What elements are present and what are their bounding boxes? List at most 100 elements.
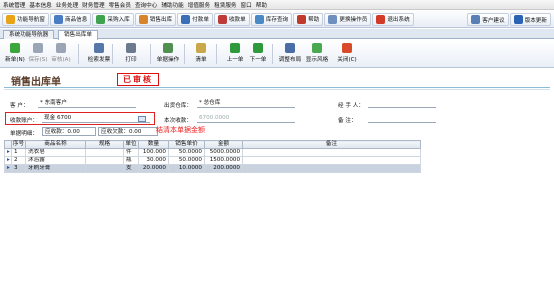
outstanding-field[interactable]: 应收欠款：0.00 bbox=[98, 127, 158, 136]
toolbar-icon bbox=[312, 43, 322, 53]
warehouse-field[interactable]: * 总仓库 bbox=[197, 99, 295, 108]
cell-unit[interactable]: 瓶 bbox=[123, 156, 139, 165]
toolbar-button-label: 单据操作 bbox=[156, 57, 180, 63]
toolbar-button-label: 下一单 bbox=[249, 57, 267, 63]
menu-item[interactable]: 窗口 bbox=[241, 1, 252, 9]
table-header-row: 序号 商品名称 规格 单位 数量 销售单价 金额 备注 bbox=[4, 140, 421, 149]
quick-launch-button[interactable]: 版本更新 bbox=[509, 13, 551, 26]
row-indicator: ▸ bbox=[4, 148, 12, 157]
cell-note[interactable] bbox=[242, 148, 421, 157]
menu-item[interactable]: 增值服务 bbox=[188, 1, 210, 9]
quick-launch-label: 更换操作员 bbox=[339, 17, 368, 23]
cell-amount[interactable]: 1500.0000 bbox=[204, 156, 243, 165]
toolbar-button-label: 显示风格 bbox=[305, 57, 329, 63]
cell-note[interactable] bbox=[242, 164, 421, 173]
quick-launch-label: 库存查询 bbox=[265, 17, 289, 23]
menu-item[interactable]: 基本信息 bbox=[29, 1, 51, 9]
quick-launch-button[interactable]: 商品信息 bbox=[49, 12, 92, 26]
menu-bar: 系统管理 基本信息 业务处理 财务管理 零售会员 查询中心 辅助功能 增值服务 租赁服务 窗口 帮助 bbox=[0, 0, 554, 10]
menu-item[interactable]: 财务管理 bbox=[82, 1, 104, 9]
cell-qty[interactable]: 20.0000 bbox=[138, 164, 169, 173]
cell-name[interactable]: 洗衣皂 bbox=[25, 148, 86, 157]
cell-amount[interactable]: 5000.0000 bbox=[204, 148, 243, 157]
quick-launch-button[interactable]: 收款单 bbox=[213, 12, 250, 26]
toolbar-button[interactable]: 显示风格 bbox=[306, 42, 328, 66]
quick-launch-button[interactable]: 付款单 bbox=[177, 12, 213, 26]
quick-launch-button[interactable]: 销售出库 bbox=[134, 12, 177, 26]
cell-spec[interactable] bbox=[85, 164, 124, 173]
customer-label: 客 户： bbox=[10, 103, 29, 109]
cell-no[interactable]: 1 bbox=[11, 148, 26, 157]
quick-launch-button[interactable]: 更换操作员 bbox=[324, 12, 372, 26]
quick-launch-button[interactable]: 功能导航窗 bbox=[2, 12, 49, 26]
menu-item[interactable]: 查询中心 bbox=[135, 1, 157, 9]
menu-item[interactable]: 零售会员 bbox=[109, 1, 131, 9]
tab-function-navigator[interactable]: 系统功能导航器 bbox=[3, 30, 55, 39]
toolbar-button[interactable]: 关闭(C) bbox=[336, 42, 358, 66]
col-header-note: 备注 bbox=[242, 140, 421, 149]
cell-name[interactable]: 沐浴露 bbox=[25, 156, 86, 165]
cell-spec[interactable] bbox=[85, 156, 124, 165]
quick-launch-label: 客户建议 bbox=[482, 17, 505, 24]
handler-field[interactable] bbox=[368, 99, 436, 108]
toolbar-icon bbox=[163, 43, 173, 53]
toolbar-button[interactable]: 清单 bbox=[190, 42, 212, 66]
menu-item[interactable]: 租赁服务 bbox=[214, 1, 236, 9]
menu-item[interactable]: 业务处理 bbox=[56, 1, 78, 9]
toolbar-icon bbox=[33, 43, 43, 53]
quick-launch-button[interactable]: 客户建议 bbox=[467, 13, 509, 26]
shortcut-icon bbox=[254, 14, 264, 24]
received-field[interactable]: 6700.0000 bbox=[197, 114, 295, 123]
menu-item[interactable]: 帮助 bbox=[256, 1, 267, 9]
table-row[interactable]: ▸ 3 牙刷牙膏 支 20.0000 10.0000 200.0000 bbox=[4, 164, 421, 173]
toolbar-button[interactable]: 单据操作 bbox=[157, 42, 179, 66]
cell-note[interactable] bbox=[242, 156, 421, 165]
cell-unit[interactable]: 支 bbox=[123, 164, 139, 173]
col-header-qty: 数量 bbox=[138, 140, 169, 149]
cell-name[interactable]: 牙刷牙膏 bbox=[25, 164, 86, 173]
cell-price[interactable]: 50.0000 bbox=[168, 148, 205, 157]
table-row[interactable]: ▸ 2 沐浴露 瓶 30.000 50.0000 1500.0000 bbox=[4, 156, 421, 165]
quick-launch-button[interactable]: 采购入库 bbox=[92, 12, 134, 26]
cell-unit[interactable]: 件 bbox=[123, 148, 139, 157]
toolbar-icon bbox=[56, 43, 66, 53]
toolbar-button[interactable]: 调整布局 bbox=[279, 42, 301, 66]
cell-amount[interactable]: 200.0000 bbox=[204, 164, 243, 173]
col-header-no: 序号 bbox=[11, 140, 26, 149]
toolbar-button[interactable]: 下一单 bbox=[247, 42, 269, 66]
shortcut-icon bbox=[53, 14, 63, 24]
tab-sales-outbound[interactable]: 销售出库单 bbox=[58, 30, 98, 40]
remark-field[interactable] bbox=[368, 114, 436, 123]
shortcut-icon bbox=[513, 15, 523, 24]
quick-launch-button[interactable]: 帮助 bbox=[293, 12, 324, 26]
menu-item[interactable]: 系统管理 bbox=[3, 1, 25, 9]
shortcut-icon bbox=[297, 14, 307, 24]
customer-field[interactable]: * 东南客户 bbox=[38, 99, 136, 108]
toolbar-separator bbox=[78, 44, 79, 64]
quick-launch-button[interactable]: 库存查询 bbox=[250, 12, 293, 26]
cell-no[interactable]: 3 bbox=[11, 164, 26, 173]
toolbar-button-label: 检索发票 bbox=[87, 57, 111, 63]
quick-launch-label: 商品信息 bbox=[64, 17, 88, 23]
cell-qty[interactable]: 100.000 bbox=[138, 148, 169, 157]
toolbar-button[interactable]: 审核(A) bbox=[50, 42, 72, 66]
row-indicator-header bbox=[4, 140, 12, 149]
table-row[interactable]: ▸ 1 洗衣皂 件 100.000 50.0000 5000.0000 bbox=[4, 148, 421, 157]
warehouse-label: 出货仓库： bbox=[164, 103, 192, 109]
cell-spec[interactable] bbox=[85, 148, 124, 157]
toolbar-button-label: 关闭(C) bbox=[337, 57, 357, 63]
cell-price[interactable]: 50.0000 bbox=[168, 156, 205, 165]
toolbar-button[interactable]: 检索发票 bbox=[88, 42, 110, 66]
cell-no[interactable]: 2 bbox=[11, 156, 26, 165]
cell-price[interactable]: 10.0000 bbox=[168, 164, 205, 173]
toolbar-button[interactable]: 打印 bbox=[120, 42, 142, 66]
receivable-field[interactable]: 应收款：0.00 bbox=[42, 127, 96, 136]
quick-launch-label: 销售出库 bbox=[149, 17, 173, 23]
shortcut-icon bbox=[328, 14, 338, 24]
window-tabs: 系统功能导航器 销售出库单 bbox=[0, 29, 554, 40]
cell-qty[interactable]: 30.000 bbox=[138, 156, 169, 165]
quick-launch-button[interactable]: 退出系统 bbox=[372, 12, 414, 26]
remark-label: 备 注： bbox=[338, 118, 357, 124]
menu-item[interactable]: 辅助功能 bbox=[161, 1, 183, 9]
toolbar-icon bbox=[126, 43, 136, 53]
